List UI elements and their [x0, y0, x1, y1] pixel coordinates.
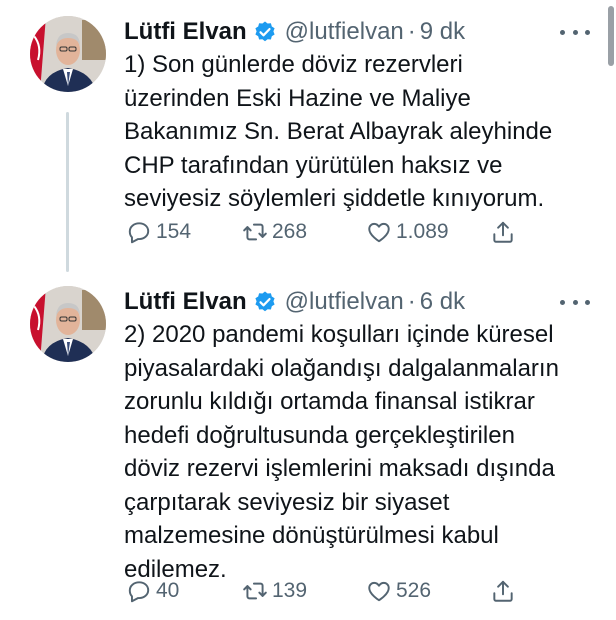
tweet-text-line: döviz rezervi işlemlerini maksadı dışınd… [124, 455, 555, 482]
author-name[interactable]: Lütfi Elvan [124, 18, 247, 46]
tweet[interactable]: Lütfi Elvan @lutfielvan · 9 dk 1) Son gü… [0, 0, 616, 270]
tweet-header: Lütfi Elvan @lutfielvan · 9 dk [124, 14, 576, 50]
retweet-count: 268 [272, 220, 308, 243]
share-icon [490, 578, 516, 604]
tweet-text-line: üzerinden Eski Hazine ve Maliye [124, 84, 471, 112]
timestamp[interactable]: 6 dk [420, 288, 465, 316]
tweet-text-line: malzemesine dönüştürülmesi kabul [124, 522, 499, 549]
author-name[interactable]: Lütfi Elvan [124, 288, 247, 316]
tweet-actions: 40 139 526 [126, 575, 526, 607]
tweet[interactable]: Lütfi Elvan @lutfielvan · 6 dk 2) 2020 p… [0, 270, 616, 620]
author-handle[interactable]: @lutfielvan [285, 288, 404, 316]
like-icon [366, 578, 392, 604]
tweet-text-line: hedefi doğrultusunda gerçekleştirilen [124, 421, 515, 449]
share-button[interactable] [490, 216, 516, 248]
tweet-header: Lütfi Elvan @lutfielvan · 6 dk [124, 284, 576, 320]
retweet-count: 139 [272, 579, 308, 602]
retweet-icon [242, 219, 268, 245]
retweet-button[interactable]: 139 [242, 575, 307, 607]
like-count: 526 [396, 579, 432, 602]
tweet-text-line: çarpıtarak seviyesiz bir siyaset [124, 488, 450, 516]
verified-badge-icon [253, 20, 277, 44]
tweet-text: 1) Son günlerde döviz rezervleri üzerind… [124, 48, 594, 216]
share-icon [490, 219, 516, 245]
tweet-text-line: zorunlu kıldığı ortamda finansal istikra… [124, 388, 535, 415]
tweet-text-line: seviyesiz söylemleri şiddetle kınıyorum. [124, 185, 545, 212]
avatar[interactable] [30, 16, 106, 92]
like-button[interactable]: 1.089 [366, 216, 449, 248]
reply-icon [126, 219, 152, 245]
separator-dot: · [407, 288, 416, 315]
tweet-text-line: CHP tarafından yürütülen haksız ve [124, 151, 503, 179]
tweet-text-line: 2) 2020 pandemi koşulları içinde küresel [124, 321, 554, 348]
separator-dot: · [407, 18, 416, 45]
timestamp[interactable]: 9 dk [420, 18, 465, 46]
more-options-icon[interactable] [560, 294, 590, 310]
reply-button[interactable]: 154 [126, 216, 191, 248]
reply-icon [126, 578, 152, 604]
avatar[interactable] [30, 286, 106, 362]
tweet-actions: 154 268 1.089 [126, 216, 526, 248]
retweet-icon [242, 578, 268, 604]
like-button[interactable]: 526 [366, 575, 431, 607]
share-button[interactable] [490, 575, 516, 607]
tweet-text-line: Bakanımız Sn. Berat Albayrak aleyhinde [124, 118, 553, 145]
verified-badge-icon [253, 290, 277, 314]
retweet-button[interactable]: 268 [242, 216, 307, 248]
tweet-text-line: piyasalardaki olağandışı dalgalanmaların [124, 354, 559, 382]
author-handle[interactable]: @lutfielvan [285, 18, 404, 46]
reply-count: 154 [156, 220, 192, 243]
tweet-text: 2) 2020 pandemi koşulları içinde küresel… [124, 318, 594, 586]
tweet-text-line: 1) Son günlerde döviz rezervleri [124, 51, 463, 78]
more-options-icon[interactable] [560, 24, 590, 40]
like-icon [366, 219, 392, 245]
reply-button[interactable]: 40 [126, 575, 179, 607]
like-count: 1.089 [396, 220, 449, 243]
reply-count: 40 [156, 579, 180, 602]
